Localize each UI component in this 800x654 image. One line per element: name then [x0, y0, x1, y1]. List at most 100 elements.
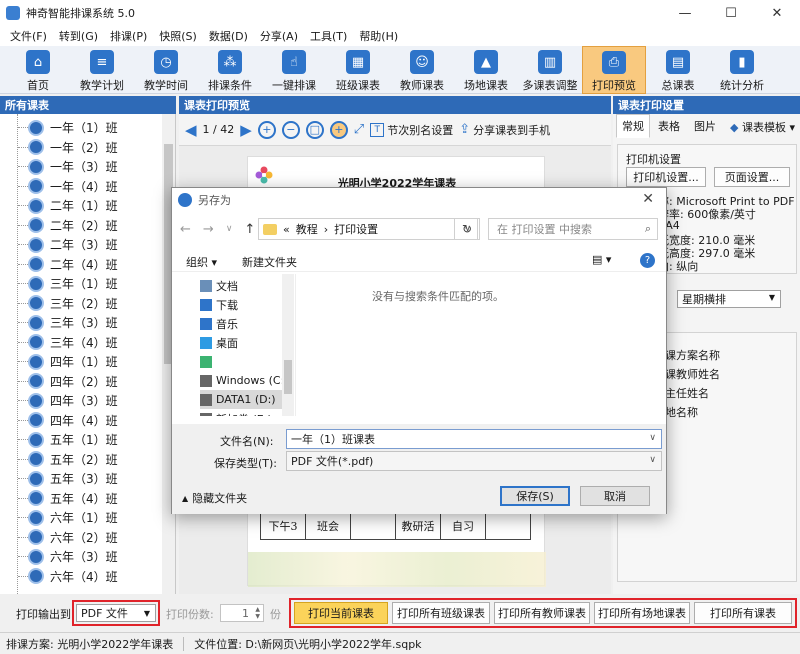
tree-item-class[interactable]: 四年（1）班	[18, 352, 118, 371]
tree-item-class[interactable]: 六年（2）班	[18, 528, 118, 547]
nav-item[interactable]	[200, 352, 216, 371]
toolbar-button-7[interactable]: ▲ 场地课表	[454, 46, 518, 94]
refresh-button[interactable]: ↻	[454, 218, 480, 240]
zoom-out-icon[interactable]: −	[281, 120, 300, 139]
menu-data[interactable]: 数据(D)	[203, 28, 254, 44]
zoom-fit-icon[interactable]: +	[329, 120, 348, 139]
breadcrumb-tutorial[interactable]: 教程	[296, 221, 318, 237]
toolbar-button-6[interactable]: ☺ 教师课表	[390, 46, 454, 94]
printer-settings-button[interactable]: 打印机设置...	[626, 167, 706, 187]
tree-item-class[interactable]: 二年（1）班	[18, 196, 118, 215]
tree-item-class[interactable]: 二年（2）班	[18, 216, 118, 235]
toolbar-button-1[interactable]: ≡ 教学计划	[70, 46, 134, 94]
share-to-phone-button[interactable]: ⇪ 分享课表到手机	[459, 122, 550, 138]
period-alias-button[interactable]: T 节次别名设置	[370, 122, 453, 138]
tree-item-class[interactable]: 三年（3）班	[18, 313, 118, 332]
toolbar-button-11[interactable]: ▮ 统计分析	[710, 46, 774, 94]
prev-page-icon[interactable]: ◀	[185, 121, 197, 139]
nav-item[interactable]: 文档	[200, 276, 238, 295]
copies-stepper[interactable]: 1 ▲ ▼	[220, 604, 264, 622]
zoom-in-icon[interactable]: +	[257, 120, 276, 139]
nav-item[interactable]: 下载	[200, 295, 238, 314]
tree-item-class[interactable]: 三年（2）班	[18, 294, 118, 313]
next-page-icon[interactable]: ▶	[240, 121, 252, 139]
filename-input[interactable]: 一年（1）班课表 ∨	[286, 429, 662, 449]
close-button[interactable]: ✕	[754, 0, 800, 26]
cancel-button[interactable]: 取消	[580, 486, 650, 506]
new-folder-button[interactable]: 新建文件夹	[242, 254, 297, 270]
menu-share[interactable]: 分享(A)	[254, 28, 304, 44]
tab-image[interactable]: 图片	[688, 114, 722, 138]
address-root[interactable]: «	[283, 223, 290, 236]
spin-icon[interactable]: ▲ ▼	[255, 606, 260, 620]
minimize-button[interactable]: —	[662, 0, 708, 26]
filetype-select[interactable]: PDF 文件(*.pdf) ∨	[286, 451, 662, 471]
breadcrumb-print-settings[interactable]: 打印设置	[334, 221, 378, 237]
tree-item-class[interactable]: 五年（4）班	[18, 489, 118, 508]
page-settings-button[interactable]: 页面设置...	[714, 167, 790, 187]
tree-item-class[interactable]: 一年（1）班	[18, 118, 118, 137]
layout-select[interactable]: 星期横排 ▼	[677, 290, 781, 308]
nav-item[interactable]: DATA1 (D:)	[200, 390, 294, 409]
print-all-button[interactable]: 打印所有课表	[694, 602, 792, 624]
nav-item[interactable]: 新加卷 (E:)	[200, 409, 272, 416]
tree-item-class[interactable]: 四年（4）班	[18, 411, 118, 430]
navigation-scroll-thumb[interactable]	[284, 360, 292, 394]
menu-file[interactable]: 文件(F)	[4, 28, 53, 44]
toolbar-button-4[interactable]: ☝ 一键排课	[262, 46, 326, 94]
tree-item-class[interactable]: 二年（3）班	[18, 235, 118, 254]
up-arrow-icon[interactable]: ↑	[244, 222, 255, 237]
dialog-close-icon[interactable]: ✕	[642, 191, 654, 207]
toolbar-button-8[interactable]: ▥ 多课表调整	[518, 46, 582, 94]
print-all-classes-button[interactable]: 打印所有班级课表	[392, 602, 490, 624]
tree-item-class[interactable]: 一年（4）班	[18, 177, 118, 196]
tree-item-class[interactable]: 六年（4）班	[18, 567, 118, 586]
navigation-scrollbar[interactable]	[282, 274, 294, 416]
tree-item-class[interactable]: 一年（3）班	[18, 157, 118, 176]
tree-item-class[interactable]: 五年（2）班	[18, 450, 118, 469]
hide-folders-toggle[interactable]: ▲ 隐藏文件夹	[182, 490, 247, 506]
toolbar-button-10[interactable]: ▤ 总课表	[646, 46, 710, 94]
forward-arrow-icon[interactable]: →	[203, 222, 214, 237]
print-current-button[interactable]: 打印当前课表	[294, 602, 388, 624]
tree-item-class[interactable]: 六年（1）班	[18, 508, 118, 527]
menu-snapshot[interactable]: 快照(S)	[153, 28, 203, 44]
toolbar-button-2[interactable]: ◷ 教学时间	[134, 46, 198, 94]
tab-general[interactable]: 常规	[616, 114, 650, 138]
output-select[interactable]: PDF 文件 ▼	[76, 604, 156, 622]
tree-item-class[interactable]: 五年（1）班	[18, 430, 118, 449]
tree-item-class[interactable]: 四年（2）班	[18, 372, 118, 391]
view-options-icon[interactable]: ▤ ▾	[592, 253, 611, 266]
print-all-rooms-button[interactable]: 打印所有场地课表	[594, 602, 690, 624]
tree-item-class[interactable]: 二年（4）班	[18, 255, 118, 274]
tree-item-class[interactable]: 一年（2）班	[18, 138, 118, 157]
tree-item-class[interactable]: 六年（3）班	[18, 547, 118, 566]
menu-schedule[interactable]: 排课(P)	[104, 28, 153, 44]
back-arrow-icon[interactable]: ←	[180, 222, 191, 237]
tab-table[interactable]: 表格	[652, 114, 686, 138]
tree-item-class[interactable]: 五年（3）班	[18, 469, 118, 488]
tree-item-class[interactable]: 四年（3）班	[18, 391, 118, 410]
chevron-down-icon[interactable]: ∨	[226, 224, 233, 234]
search-input[interactable]: 在 打印设置 中搜索 ⌕	[488, 218, 658, 240]
nav-item[interactable]: 音乐	[200, 314, 238, 333]
template-dropdown[interactable]: ◆ 课表模板 ▾	[730, 119, 795, 138]
menu-tools[interactable]: 工具(T)	[304, 28, 353, 44]
menu-help[interactable]: 帮助(H)	[353, 28, 404, 44]
address-bar[interactable]: « 教程 › 打印设置 ∨	[258, 218, 478, 240]
toolbar-button-3[interactable]: ⁂ 排课条件	[198, 46, 262, 94]
toolbar-button-5[interactable]: ▦ 班级课表	[326, 46, 390, 94]
tree-item-class[interactable]: 三年（4）班	[18, 333, 118, 352]
chevron-down-icon[interactable]: ∨	[649, 433, 656, 443]
save-button[interactable]: 保存(S)	[500, 486, 570, 506]
menu-goto[interactable]: 转到(G)	[53, 28, 104, 44]
toolbar-button-9[interactable]: ⎙ 打印预览	[582, 46, 646, 94]
tree-item-class[interactable]: 三年（1）班	[18, 274, 118, 293]
zoom-actual-icon[interactable]: □	[305, 120, 324, 139]
nav-item[interactable]: 桌面	[200, 333, 238, 352]
nav-item[interactable]: Windows (C:)	[200, 371, 289, 390]
maximize-button[interactable]: ☐	[708, 0, 754, 26]
print-all-teachers-button[interactable]: 打印所有教师课表	[494, 602, 590, 624]
fullscreen-icon[interactable]: ⤢	[354, 122, 364, 137]
help-icon[interactable]: ?	[640, 253, 655, 268]
